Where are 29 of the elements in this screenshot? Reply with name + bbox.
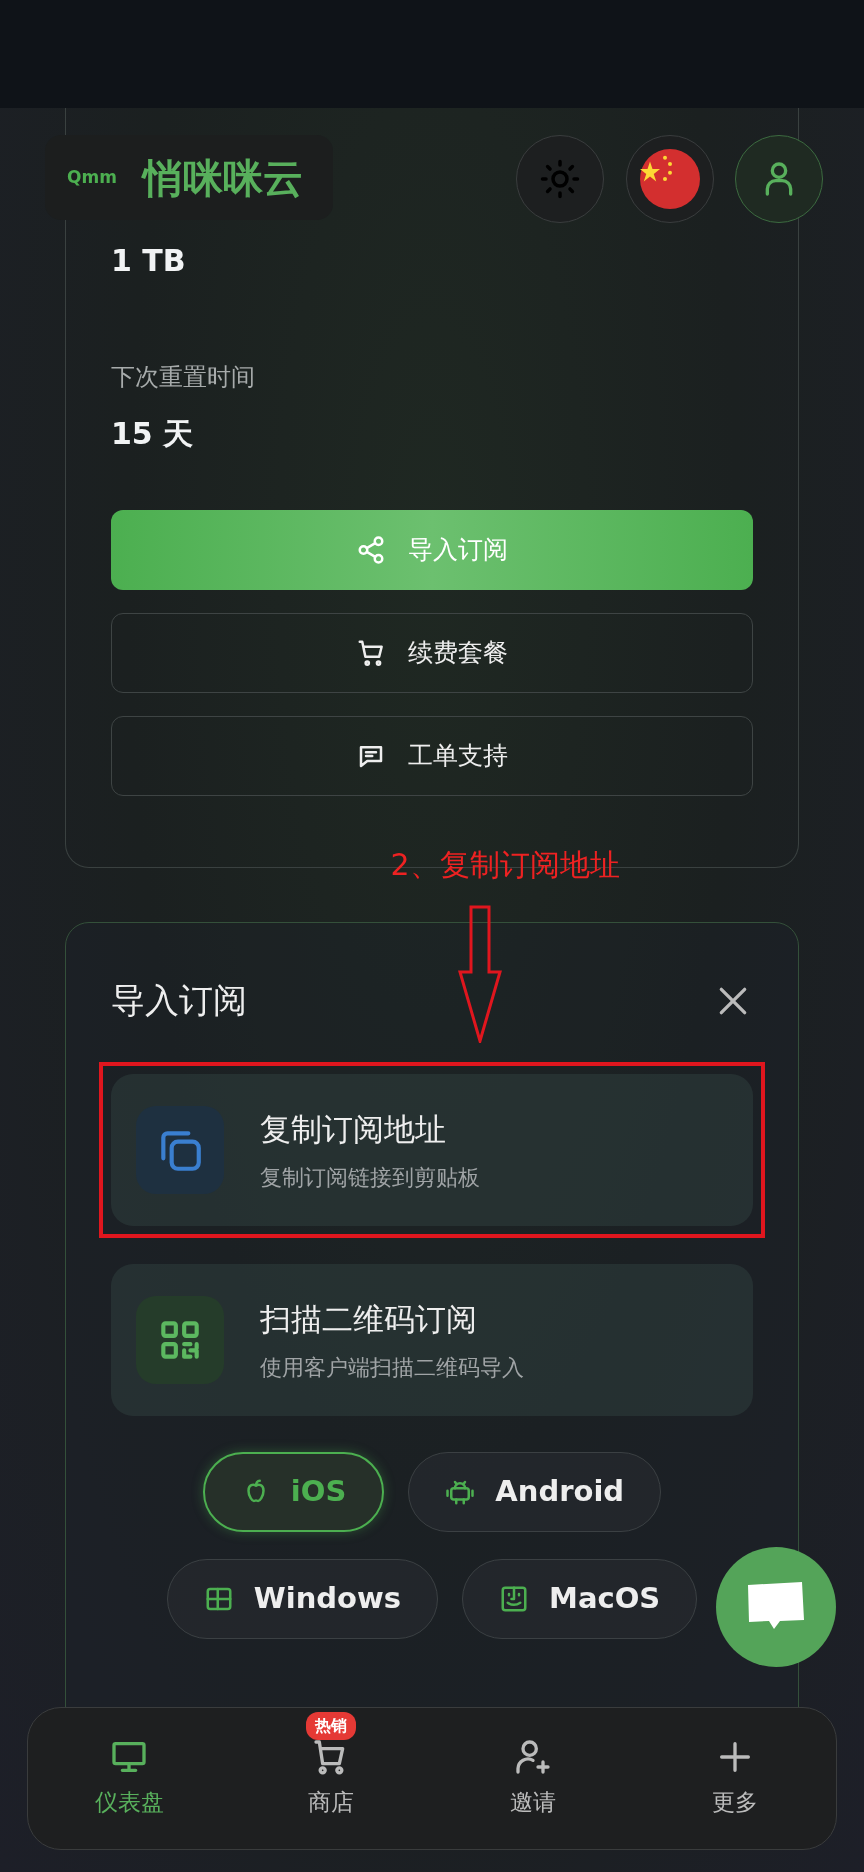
nav-tab[interactable]: 热销 商店 <box>230 1708 432 1849</box>
option-card[interactable]: 复制订阅地址 复制订阅链接到剪贴板 <box>111 1074 753 1226</box>
flag-icon <box>640 149 700 209</box>
platform-tab[interactable]: iOS <box>202 1452 385 1532</box>
stat-value: 15 天 <box>111 415 195 453</box>
nav-tab[interactable]: 仪表盘 <box>28 1708 230 1849</box>
annotation-text: 2、复制订阅地址 <box>389 846 621 884</box>
share-icon <box>356 535 386 565</box>
finder-icon <box>499 1584 530 1614</box>
nav-tab[interactable]: 邀请 <box>432 1708 634 1849</box>
nav-tab[interactable]: 更多 <box>634 1708 836 1849</box>
stat-value: 1 TB <box>111 242 187 280</box>
hot-badge: 热销 <box>306 1712 356 1740</box>
action-button[interactable]: 工单支持 <box>111 716 753 796</box>
option-title: 复制订阅地址 <box>260 1110 447 1150</box>
option-title: 扫描二维码订阅 <box>260 1300 478 1340</box>
platform-tab[interactable]: Windows <box>166 1559 439 1639</box>
stat-label: 下次重置时间 <box>111 362 256 393</box>
option-subtitle: 复制订阅链接到剪贴板 <box>260 1163 480 1192</box>
option-card[interactable]: 扫描二维码订阅 使用客户端扫描二维码导入 <box>111 1264 753 1416</box>
option-subtitle: 使用客户端扫描二维码导入 <box>260 1353 524 1382</box>
cart-icon <box>356 638 386 668</box>
panel-title: 导入订阅 <box>111 979 247 1022</box>
platform-tab[interactable]: Android <box>408 1452 662 1532</box>
sun-icon <box>539 158 581 200</box>
logo-mark: Qmm <box>67 165 117 189</box>
brand-name: 悄咪咪云 <box>142 153 303 203</box>
action-button[interactable]: 续费套餐 <box>111 613 753 693</box>
platform-tab[interactable]: MacOS <box>462 1559 698 1639</box>
